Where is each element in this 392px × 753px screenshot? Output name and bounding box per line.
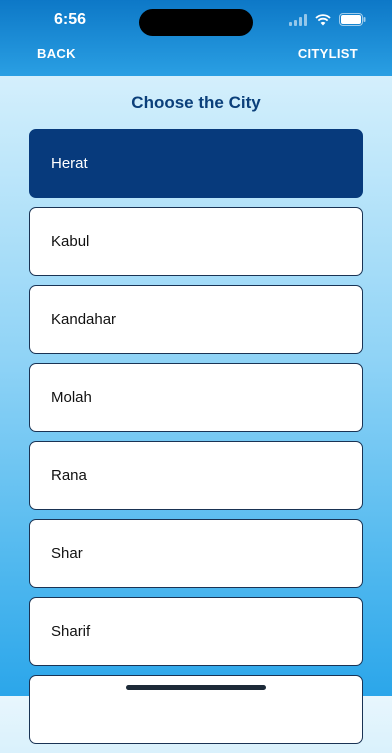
city-item-label: Shar — [51, 545, 83, 562]
city-item-label: Rana — [51, 467, 87, 484]
city-item-label: Molah — [51, 389, 92, 406]
city-item-kabul[interactable]: Kabul — [29, 207, 363, 276]
city-item-herat[interactable]: Herat — [29, 129, 363, 198]
page-title: Choose the City — [131, 93, 261, 112]
navigation-bar: 6:56 BACK CITYLIST — [0, 0, 392, 76]
dynamic-island — [139, 9, 253, 36]
status-icons — [289, 13, 366, 31]
city-list: Herat Kabul Kandahar Molah Rana Shar Sha… — [29, 129, 363, 753]
city-item-sharif[interactable]: Sharif — [29, 597, 363, 666]
city-item-label: Kandahar — [51, 311, 117, 328]
city-item-kandahar[interactable]: Kandahar — [29, 285, 363, 354]
citylist-button[interactable]: CITYLIST — [298, 46, 358, 61]
status-time: 6:56 — [54, 11, 87, 28]
city-item-label: Kabul — [51, 233, 90, 250]
city-item-shar[interactable]: Shar — [29, 519, 363, 588]
city-item-rana[interactable]: Rana — [29, 441, 363, 510]
city-item-molah[interactable]: Molah — [29, 363, 363, 432]
city-item-label: Sharif — [51, 623, 91, 640]
home-indicator — [126, 685, 266, 690]
city-item-label: Herat — [51, 155, 88, 172]
cellular-icon — [289, 13, 307, 31]
wifi-icon — [315, 13, 331, 31]
back-button[interactable]: BACK — [37, 46, 76, 61]
battery-icon — [339, 13, 366, 31]
